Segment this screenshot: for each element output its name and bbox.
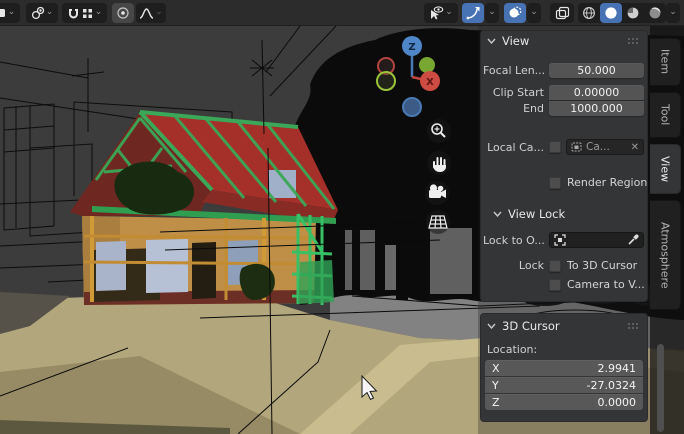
- pan-button[interactable]: [427, 151, 451, 175]
- proportional-editing-icon: [117, 7, 129, 19]
- overlays-dropdown[interactable]: ⌄: [527, 3, 541, 23]
- cursor-location-fields: X 2.9941 Y -27.0324 Z 0.0000: [485, 360, 643, 410]
- toggle-perspective-button[interactable]: [426, 210, 450, 234]
- view-panel-header[interactable]: View: [481, 31, 647, 51]
- sidebar-tabs-region: Item Tool View Atmosphere: [650, 26, 684, 434]
- shading-solid-button[interactable]: [600, 3, 622, 23]
- clip-start-field[interactable]: 0.00000: [549, 85, 644, 100]
- toggle-xray-button[interactable]: [550, 3, 574, 23]
- overlays-icon: [509, 6, 522, 18]
- panel-title: View: [502, 34, 530, 48]
- gizmo-axis-y: [419, 57, 435, 73]
- scrollbar-thumb[interactable]: [657, 344, 664, 432]
- camera-view-button[interactable]: [425, 181, 449, 205]
- shading-material-button[interactable]: [622, 3, 644, 23]
- viewport-shading-group: [578, 3, 666, 23]
- gizmo-axis-neg-z: [402, 97, 422, 117]
- cursor-panel: 3D Cursor Location: X 2.9941 Y -27.0324 …: [480, 313, 648, 422]
- collapse-chevron-icon: [487, 323, 496, 329]
- snap-target-grid-icon: [82, 8, 92, 18]
- proportional-editing-toggle[interactable]: [112, 3, 134, 23]
- transform-orientation-dropdown[interactable]: ⌄: [0, 3, 20, 23]
- local-camera-label: Local Ca...: [487, 140, 544, 154]
- tab-view[interactable]: View: [650, 144, 681, 194]
- clip-start-label: Clip Start: [492, 86, 544, 99]
- shading-rendered-button[interactable]: [644, 3, 666, 23]
- cursor-z-field[interactable]: Z 0.0000: [485, 394, 643, 410]
- solid-shading-icon: [605, 7, 617, 19]
- gizmos-dropdown[interactable]: ⌄: [485, 3, 499, 23]
- clip-end-label: End: [523, 102, 544, 115]
- xray-icon: [555, 6, 569, 20]
- cursor-panel-header[interactable]: 3D Cursor: [481, 314, 647, 334]
- tab-tool[interactable]: Tool: [650, 92, 681, 138]
- subpanel-title: View Lock: [508, 207, 566, 221]
- show-overlays-toggle[interactable]: [504, 3, 526, 23]
- cursor-x-field[interactable]: X 2.9941: [485, 360, 643, 376]
- lock-to-object-label: Lock to O...: [483, 233, 545, 247]
- svg-text:X: X: [426, 77, 434, 88]
- blender-window: X Z ⌄ ⌄ ⌄ ⌄ ⌄ ⌄ ⌄ ⌄ View Focal Len... 50…: [0, 0, 684, 434]
- falloff-curve-icon: [139, 7, 154, 19]
- rendered-shading-icon: [649, 7, 661, 19]
- render-region-checkbox[interactable]: [549, 176, 561, 189]
- gizmo-axis-neg-x: [376, 71, 396, 91]
- lock-label: Lock: [518, 259, 544, 272]
- tab-item[interactable]: Item: [650, 38, 681, 86]
- pivot-point-dropdown[interactable]: ⌄: [26, 3, 58, 23]
- camera-data-icon: [571, 142, 582, 152]
- location-label: Location:: [487, 343, 538, 356]
- local-camera-field[interactable]: Ca... ✕: [566, 139, 644, 155]
- show-gizmos-toggle[interactable]: [462, 3, 484, 23]
- clip-end-field[interactable]: 1000.000: [549, 101, 644, 116]
- shading-dropdown[interactable]: ⌄: [666, 3, 680, 23]
- wireframe-icon: [583, 7, 595, 19]
- render-region-label: Render Region: [567, 176, 648, 189]
- to-3d-cursor-label: To 3D Cursor: [567, 259, 638, 272]
- camera-to-view-label: Camera to V...: [567, 278, 645, 291]
- panel-grip-icon[interactable]: [627, 37, 641, 45]
- shading-wireframe-button[interactable]: [578, 3, 600, 23]
- focal-length-field[interactable]: 50.000: [549, 63, 644, 78]
- material-preview-icon: [627, 7, 639, 19]
- object-icon: [554, 234, 566, 246]
- collapse-chevron-icon: [487, 38, 496, 44]
- cursor-y-field[interactable]: Y -27.0324: [485, 377, 643, 393]
- view-lock-subpanel-header[interactable]: View Lock: [481, 204, 647, 224]
- gizmo-icon: [466, 7, 480, 20]
- object-visibility-dropdown[interactable]: ⌄: [424, 3, 458, 23]
- clear-camera-icon[interactable]: ✕: [628, 142, 639, 153]
- pivot-point-icon: [31, 6, 44, 20]
- camera-name: Ca...: [586, 141, 610, 153]
- collapse-chevron-icon: [493, 211, 502, 217]
- orientation-icon: [0, 9, 5, 17]
- snapping-controls[interactable]: ⌄: [62, 3, 107, 23]
- proportional-falloff-dropdown[interactable]: ⌄: [136, 3, 166, 23]
- panel-grip-icon[interactable]: [627, 322, 641, 330]
- camera-to-view-checkbox[interactable]: [549, 278, 561, 291]
- lock-to-object-field[interactable]: [549, 232, 644, 248]
- visibility-eye-cursor-icon: [431, 6, 444, 20]
- svg-text:Z: Z: [408, 42, 415, 53]
- local-camera-checkbox[interactable]: [549, 141, 561, 153]
- to-3d-cursor-checkbox[interactable]: [549, 259, 561, 272]
- panel-title: 3D Cursor: [502, 319, 560, 333]
- zoom-button[interactable]: [427, 119, 451, 143]
- snap-magnet-icon: [68, 8, 78, 18]
- viewport-header: ⌄ ⌄ ⌄ ⌄ ⌄ ⌄ ⌄ ⌄: [0, 0, 684, 26]
- view-panel: View Focal Len... 50.000 Clip Start 0.00…: [480, 30, 648, 302]
- tab-atmosphere[interactable]: Atmosphere: [650, 200, 681, 310]
- sidebar-region: View Focal Len... 50.000 Clip Start 0.00…: [478, 26, 650, 434]
- eyedropper-icon[interactable]: [627, 234, 639, 246]
- focal-length-label: Focal Len...: [483, 64, 546, 77]
